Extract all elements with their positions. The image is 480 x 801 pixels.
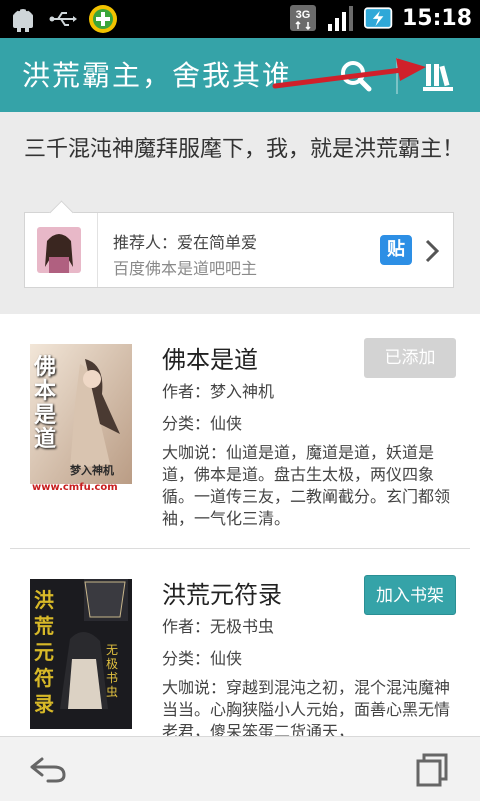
card-notch [49,200,74,225]
search-icon[interactable] [337,58,377,94]
back-icon[interactable] [28,753,68,785]
clock: 15:18 [401,5,472,31]
battery-charging-icon [363,3,394,33]
book-item[interactable]: 洪荒元符录 无极书虫 洪荒元符录 作者：无极书虫 分类：仙侠 大咖说：穿越到混沌… [0,549,480,736]
app-icon [88,4,118,34]
cover-author: 梦入神机 [70,464,114,477]
chevron-right-icon[interactable] [423,237,441,265]
recommender-forum: 百度佛本是道吧吧主 [113,259,258,278]
book-category: 分类：仙侠 [162,414,243,433]
card-divider [97,213,98,287]
add-to-shelf-button[interactable]: 加入书架 [364,575,456,615]
book-summary: 大咖说：穿越到混沌之初，混个混沌魔神当当。心胸狭隘小人元始，面善心黑无情老君，傻… [162,678,451,736]
book-author: 作者：梦入神机 [162,382,275,401]
book-title[interactable]: 洪荒元符录 [162,575,282,610]
cover-title: 佛本是道 [34,355,57,452]
bookshelf-icon[interactable] [418,56,458,94]
recommender-card[interactable]: 推荐人：爱在简单爱 百度佛本是道吧吧主 贴 [24,200,454,288]
added-button[interactable]: 已添加 [364,338,456,378]
tieba-badge[interactable]: 贴 [380,235,412,265]
action-bar: 洪荒霸主，舍我其谁 [0,38,480,112]
book-item[interactable]: 佛本是道 梦入神机 www.cmfu.com 佛本是道 作者：梦入神机 分类：仙… [0,314,480,548]
recommendation-section: 三千混沌神魔拜服麾下，我，就是洪荒霸主！ 推荐人：爱在简单爱 百度佛本是道吧吧主… [0,112,480,314]
book-cover: 佛本是道 梦入神机 www.cmfu.com [30,344,132,494]
book-author: 作者：无极书虫 [162,617,275,636]
cover-url: www.cmfu.com [32,482,118,493]
pages-icon[interactable] [414,751,450,787]
cover-author: 无极书虫 [106,643,119,699]
android-icon [8,4,38,34]
recommender-name: 推荐人：爱在简单爱 [113,233,258,252]
recommendation-quote: 三千混沌神魔拜服麾下，我，就是洪荒霸主！ [24,137,465,162]
bottom-bar [0,736,480,801]
cover-title: 洪荒元符录 [34,588,54,716]
avatar [37,227,81,273]
book-title[interactable]: 佛本是道 [162,340,258,375]
page-title: 洪荒霸主，舍我其谁 [22,59,293,92]
book-cover: 洪荒元符录 无极书虫 [30,579,132,729]
svg-text:3G: 3G [296,9,311,21]
book-category: 分类：仙侠 [162,649,243,668]
action-divider [396,58,398,94]
usb-icon [48,4,78,34]
signal-icon [326,3,356,33]
book-summary: 大咖说：仙道是道，魔道是道，妖道是道，佛本是道。盘古生太极，两仪四象循。一道传三… [162,443,451,528]
status-bar: 3G 15:18 [0,0,480,38]
network-3g-icon: 3G [288,3,318,33]
